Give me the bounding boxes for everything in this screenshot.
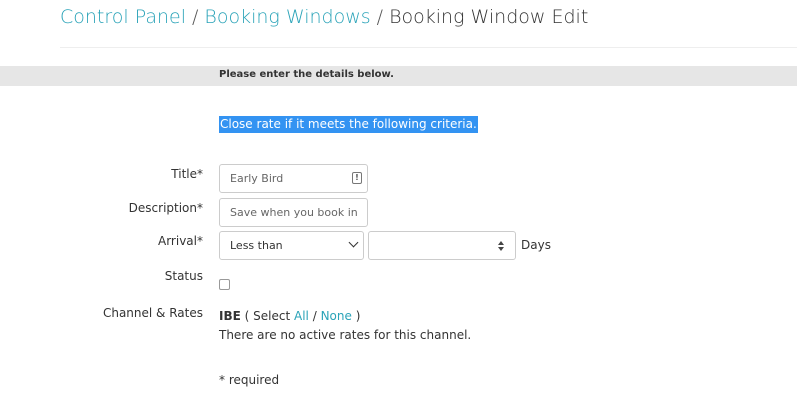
breadcrumb-booking-windows-link[interactable]: Booking Windows <box>204 6 370 28</box>
chevron-down-icon <box>348 237 359 248</box>
arrival-label: Arrival* <box>158 234 203 248</box>
channel-select-close: ) <box>355 309 361 323</box>
criteria-heading: Close rate if it meets the following cri… <box>219 116 478 133</box>
required-note: * required <box>219 373 280 387</box>
header-divider <box>60 47 797 48</box>
description-label: Description* <box>128 201 203 215</box>
breadcrumb: Control Panel / Booking Windows / Booking Wi… <box>60 6 588 28</box>
channel-row: IBE ( Select All / None ) <box>219 309 360 323</box>
notice-text: Please enter the details below. <box>219 69 394 80</box>
page-title: Booking Window Edit <box>389 6 589 28</box>
notice-bar: Please enter the details below. <box>0 66 797 86</box>
channel-slash: / <box>312 309 317 323</box>
days-unit-label: Days <box>521 238 551 252</box>
spinner-down-icon[interactable] <box>498 247 504 251</box>
arrival-days-input[interactable] <box>368 231 516 260</box>
spinner-up-icon[interactable] <box>498 241 504 245</box>
channel-name: IBE <box>219 309 241 323</box>
title-label: Title* <box>171 167 203 181</box>
title-input[interactable]: Early Bird ! <box>219 164 368 193</box>
breadcrumb-separator: / <box>376 6 384 28</box>
arrival-condition-value: Less than <box>230 239 283 252</box>
description-input[interactable]: Save when you book in <box>219 198 368 227</box>
select-none-link[interactable]: None <box>321 309 352 323</box>
breadcrumb-separator: / <box>191 6 199 28</box>
warning-icon: ! <box>352 172 362 184</box>
no-rates-message: There are no active rates for this chann… <box>219 328 472 342</box>
title-input-value: Early Bird <box>230 172 284 185</box>
description-input-value: Save when you book in <box>230 206 358 219</box>
status-checkbox[interactable] <box>219 279 230 290</box>
arrival-condition-select[interactable]: Less than <box>219 231 364 260</box>
select-all-link[interactable]: All <box>294 309 309 323</box>
status-label: Status <box>164 269 203 283</box>
channel-select-prefix: ( Select <box>244 309 291 323</box>
channel-rates-label: Channel & Rates <box>102 306 203 320</box>
spinner-arrows-icon[interactable] <box>498 240 506 252</box>
breadcrumb-control-panel-link[interactable]: Control Panel <box>60 6 186 28</box>
